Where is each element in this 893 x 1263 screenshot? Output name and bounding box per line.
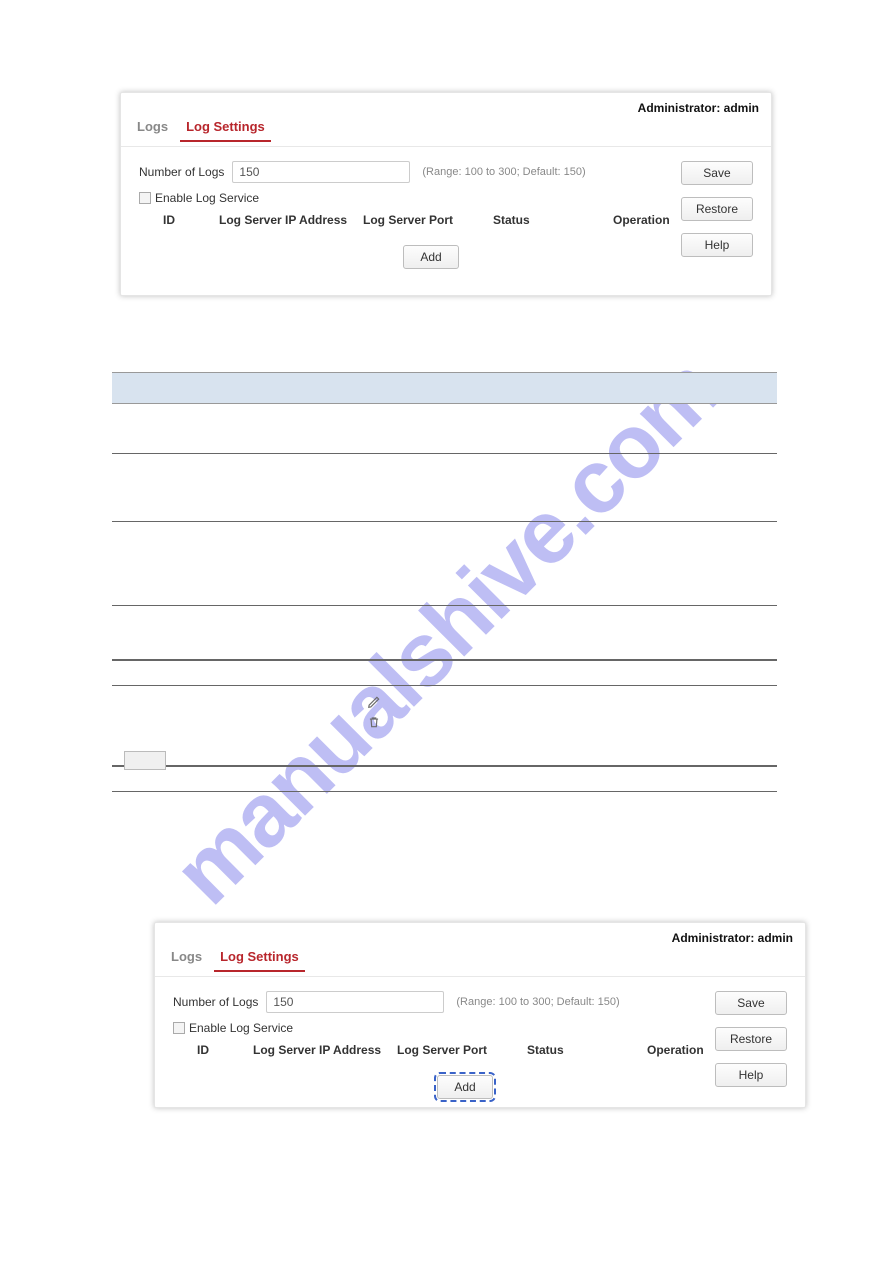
panel-body: Number of Logs (Range: 100 to 300; Defau…: [121, 147, 771, 283]
edit-icon: [367, 695, 381, 709]
log-table-header: ID Log Server IP Address Log Server Port…: [163, 213, 753, 227]
admin-banner: Administrator: admin: [121, 93, 771, 115]
panel-body: Number of Logs (Range: 100 to 300; Defau…: [155, 977, 805, 1113]
help-button[interactable]: Help: [681, 233, 753, 257]
tab-log-settings[interactable]: Log Settings: [214, 945, 305, 972]
number-of-logs-label: Number of Logs: [139, 165, 224, 179]
table-row: [112, 606, 777, 660]
parameters-table-head: [112, 372, 777, 404]
doc-add-chip: [124, 751, 166, 770]
enable-log-service-label: Enable Log Service: [155, 191, 259, 205]
help-button[interactable]: Help: [715, 1063, 787, 1087]
number-of-logs-input[interactable]: [232, 161, 410, 183]
enable-log-service-checkbox[interactable]: [139, 192, 151, 204]
tab-bar: Logs Log Settings: [121, 115, 771, 147]
table-row: [112, 660, 777, 686]
log-table-header: ID Log Server IP Address Log Server Port…: [197, 1043, 787, 1057]
tab-log-settings[interactable]: Log Settings: [180, 115, 271, 142]
col-port: Log Server Port: [363, 213, 493, 227]
col-ip: Log Server IP Address: [253, 1043, 397, 1057]
range-hint: (Range: 100 to 300; Default: 150): [456, 996, 619, 1008]
save-button[interactable]: Save: [715, 991, 787, 1015]
operation-icons: [367, 695, 381, 729]
parameters-table: [112, 372, 777, 792]
add-button[interactable]: Add: [403, 245, 459, 269]
tab-logs[interactable]: Logs: [165, 945, 208, 972]
number-of-logs-input[interactable]: [266, 991, 444, 1013]
log-settings-card-2: Administrator: admin Logs Log Settings N…: [154, 922, 806, 1108]
col-id: ID: [163, 213, 219, 227]
number-of-logs-label: Number of Logs: [173, 995, 258, 1009]
log-settings-card-1: Administrator: admin Logs Log Settings N…: [120, 92, 772, 296]
tab-logs[interactable]: Logs: [131, 115, 174, 142]
col-status: Status: [493, 213, 613, 227]
range-hint: (Range: 100 to 300; Default: 150): [422, 166, 585, 178]
restore-button[interactable]: Restore: [681, 197, 753, 221]
restore-button[interactable]: Restore: [715, 1027, 787, 1051]
enable-log-service-label: Enable Log Service: [189, 1021, 293, 1035]
table-row: [112, 454, 777, 522]
table-row: [112, 404, 777, 454]
table-row: [112, 522, 777, 606]
save-button[interactable]: Save: [681, 161, 753, 185]
table-row: [112, 766, 777, 792]
trash-icon: [367, 715, 381, 729]
table-row: [112, 686, 777, 766]
col-port: Log Server Port: [397, 1043, 527, 1057]
col-status: Status: [527, 1043, 647, 1057]
admin-banner: Administrator: admin: [155, 923, 805, 945]
enable-log-service-checkbox[interactable]: [173, 1022, 185, 1034]
tab-bar: Logs Log Settings: [155, 945, 805, 977]
add-button-focused[interactable]: Add: [437, 1075, 493, 1099]
col-ip: Log Server IP Address: [219, 213, 363, 227]
col-id: ID: [197, 1043, 253, 1057]
